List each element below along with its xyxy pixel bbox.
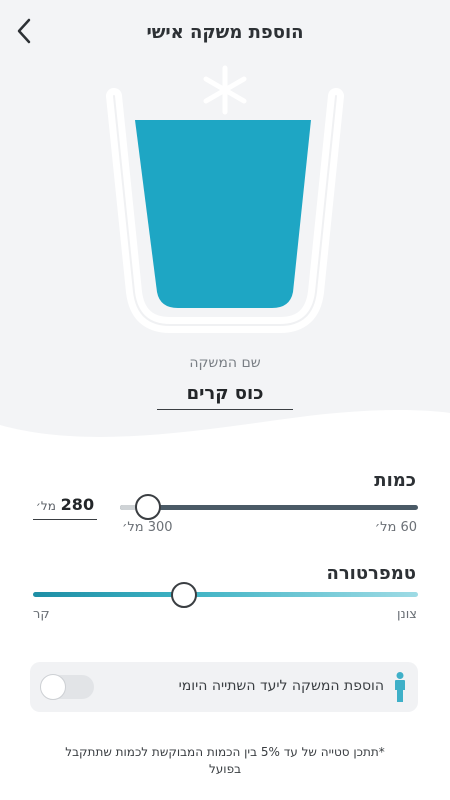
temperature-cold-label: קר (33, 607, 50, 622)
footnote: *תתכן סטייה של עד 5% בין הכמות המבוקשת ל… (65, 745, 385, 776)
quantity-max-label: 300 מל׳ (122, 520, 173, 535)
quantity-unit: מל׳ (35, 499, 56, 513)
snowflake-icon (203, 65, 247, 115)
daily-goal-label: הוספת המשקה ליעד השתייה היומי (178, 678, 384, 694)
drink-liquid (135, 120, 311, 308)
quantity-value-field[interactable]: 280 מל׳ (33, 494, 97, 520)
temperature-hot-label: צונן (396, 607, 417, 622)
header: הוספת משקה אישי (0, 0, 450, 66)
toggle-knob (40, 674, 66, 700)
daily-goal-card: הוספת המשקה ליעד השתייה היומי (30, 662, 418, 712)
quantity-min-label: 60 מל׳ (374, 520, 417, 535)
quantity-value: 280 (60, 495, 95, 514)
quantity-slider-track[interactable] (120, 505, 418, 510)
page-title: הוספת משקה אישי (146, 22, 304, 43)
temperature-title: טמפרטורה (326, 563, 416, 584)
drink-name-label: שם המשקה (189, 355, 261, 371)
temperature-slider-track[interactable] (33, 592, 418, 597)
drink-name-input[interactable]: כוס קרים (157, 381, 293, 410)
person-icon (395, 672, 405, 702)
temperature-slider-thumb[interactable] (171, 582, 197, 608)
quantity-title: כמות (374, 470, 416, 491)
drink-glass-illustration (100, 60, 350, 335)
quantity-slider-thumb[interactable] (135, 494, 161, 520)
daily-goal-toggle[interactable] (40, 674, 94, 700)
